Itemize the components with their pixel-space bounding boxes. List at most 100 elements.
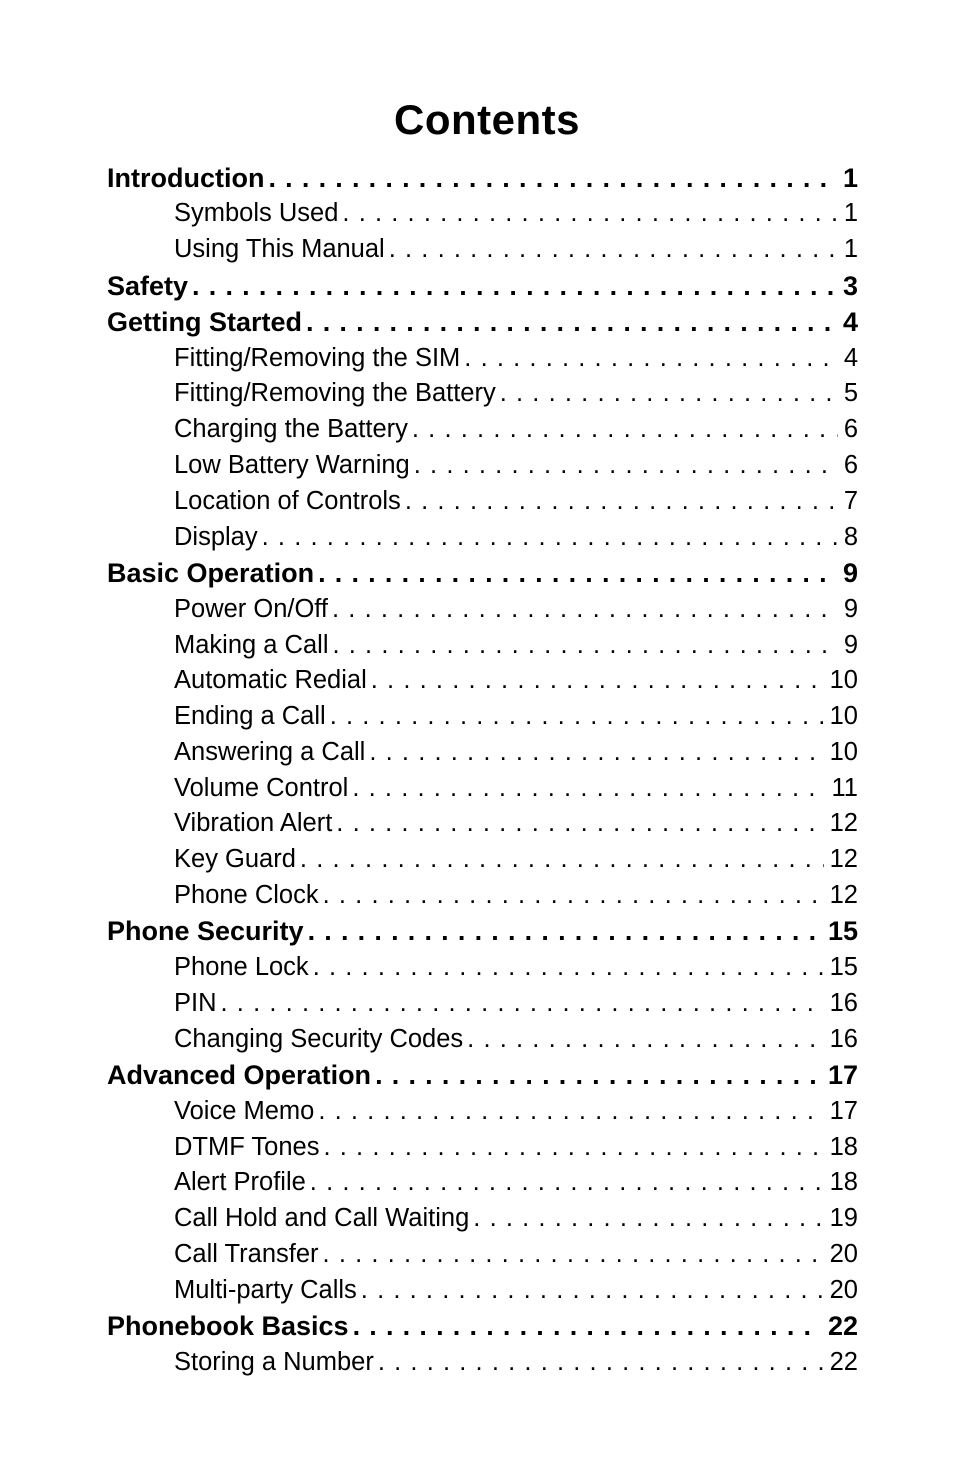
toc-entry-page-number: 11 <box>825 775 858 802</box>
toc-entry-label: Making a Call <box>174 632 333 658</box>
toc-subsection-entry[interactable]: Call Hold and Call Waiting..............… <box>107 1201 858 1237</box>
toc-entry-label: Basic Operation <box>107 559 319 587</box>
toc-subsection-entry[interactable]: Fitting/Removing the SIM................… <box>107 340 858 376</box>
toc-entry-page-number: 1 <box>836 164 858 192</box>
toc-entry-page-number: 22 <box>823 1349 858 1376</box>
toc-entry-page-number: 9 <box>836 559 858 587</box>
toc-section-entry[interactable]: Safety..................................… <box>107 268 858 304</box>
toc-subsection-entry[interactable]: Display.................................… <box>107 519 858 555</box>
toc-entry-label: Introduction <box>107 164 269 192</box>
toc-subsection-entry[interactable]: Symbols Used............................… <box>107 196 858 232</box>
dot-leader: ........................................… <box>342 201 837 227</box>
toc-entry-page-number: 10 <box>823 704 858 730</box>
toc-entry-label: Answering a Call <box>174 739 370 766</box>
toc-entry-label: Location of Controls <box>174 488 405 515</box>
toc-entry-page-number: 1 <box>837 237 858 263</box>
dot-leader: ........................................… <box>261 524 838 551</box>
toc-section-entry[interactable]: Introduction............................… <box>107 160 858 196</box>
toc-subsection-entry[interactable]: Changing Security Codes.................… <box>107 1022 858 1058</box>
toc-entry-page-number: 16 <box>823 990 858 1017</box>
toc-entry-page-number: 22 <box>821 1313 858 1341</box>
toc-subsection-entry[interactable]: DTMF Tones..............................… <box>107 1130 858 1166</box>
toc-entry-page-number: 17 <box>823 1098 858 1125</box>
toc-entry-label: Power On/Off <box>174 596 333 623</box>
toc-entry-label: Fitting/Removing the SIM <box>174 345 465 372</box>
toc-entry-label: Voice Memo <box>174 1098 319 1125</box>
toc-entry-label: Getting Started <box>107 308 307 336</box>
toc-subsection-entry[interactable]: Low Battery Warning.....................… <box>107 448 858 484</box>
dot-leader: ........................................… <box>318 1098 824 1125</box>
toc-section-entry[interactable]: Phonebook Basics........................… <box>107 1309 858 1345</box>
toc-entry-label: Volume Control <box>174 775 353 802</box>
toc-entry-page-number: 15 <box>823 955 858 981</box>
toc-entry-page-number: 4 <box>836 308 858 336</box>
dot-leader: ........................................… <box>369 739 824 766</box>
toc-subsection-entry[interactable]: Location of Controls....................… <box>107 484 858 520</box>
dot-leader: ........................................… <box>404 488 838 515</box>
toc-subsection-entry[interactable]: Phone Clock.............................… <box>107 878 858 914</box>
toc-entry-page-number: 6 <box>837 453 858 479</box>
toc-section-entry[interactable]: Phone Security..........................… <box>107 914 858 950</box>
toc-subsection-entry[interactable]: Key Guard...............................… <box>107 842 858 878</box>
toc-subsection-entry[interactable]: Voice Memo..............................… <box>107 1094 858 1130</box>
toc-entry-page-number: 3 <box>836 272 858 300</box>
toc-entry-label: Changing Security Codes <box>174 1026 468 1053</box>
toc-subsection-entry[interactable]: Multi-party Calls.......................… <box>107 1273 858 1309</box>
dot-leader: ........................................… <box>413 453 838 479</box>
toc-entry-label: Symbols Used <box>174 201 343 227</box>
toc-entry-label: Advanced Operation <box>107 1062 376 1090</box>
toc-entry-page-number: 17 <box>821 1062 858 1090</box>
toc-entry-label: Charging the Battery <box>174 417 412 443</box>
toc-entry-page-number: 20 <box>823 1277 858 1304</box>
toc-subsection-entry[interactable]: Storing a Number........................… <box>107 1345 858 1381</box>
dot-leader: ........................................… <box>307 918 822 946</box>
toc-entry-page-number: 12 <box>823 811 858 837</box>
toc-entry-page-number: 6 <box>837 417 858 443</box>
dot-leader: ........................................… <box>336 811 824 837</box>
toc-subsection-entry[interactable]: Automatic Redial........................… <box>107 663 858 699</box>
dot-leader: ........................................… <box>322 883 824 909</box>
toc-entry-label: Key Guard <box>174 847 300 873</box>
dot-leader: ........................................… <box>309 1170 824 1196</box>
toc-subsection-entry[interactable]: Fitting/Removing the Battery............… <box>107 376 858 412</box>
toc-entry-label: Multi-party Calls <box>174 1277 361 1304</box>
dot-leader: ........................................… <box>192 272 837 300</box>
toc-subsection-entry[interactable]: Making a Call...........................… <box>107 627 858 663</box>
dot-leader: ........................................… <box>352 1313 822 1341</box>
toc-entry-label: Phone Security <box>107 918 308 946</box>
toc-entry-page-number: 10 <box>823 668 858 694</box>
toc-subsection-entry[interactable]: Phone Lock..............................… <box>107 950 858 986</box>
toc-section-entry[interactable]: Advanced Operation......................… <box>107 1057 858 1093</box>
toc-subsection-entry[interactable]: Power On/Off............................… <box>107 592 858 628</box>
toc-entry-page-number: 12 <box>823 883 858 909</box>
toc-subsection-entry[interactable]: Vibration Alert.........................… <box>107 806 858 842</box>
toc-entry-page-number: 16 <box>823 1026 858 1053</box>
toc-subsection-entry[interactable]: Charging the Battery....................… <box>107 412 858 448</box>
toc-entry-label: Using This Manual <box>174 237 389 263</box>
toc-section-entry[interactable]: Basic Operation.........................… <box>107 555 858 591</box>
dot-leader: ........................................… <box>499 381 838 407</box>
dot-leader: ........................................… <box>332 632 838 658</box>
toc-entry-label: Low Battery Warning <box>174 453 414 479</box>
toc-entry-label: Phonebook Basics <box>107 1313 353 1341</box>
toc-subsection-entry[interactable]: Call Transfer...........................… <box>107 1237 858 1273</box>
toc-section-entry[interactable]: Getting Started.........................… <box>107 304 858 340</box>
toc-entry-label: Fitting/Removing the Battery <box>174 381 500 407</box>
toc-entry-page-number: 7 <box>837 488 858 515</box>
toc-subsection-entry[interactable]: Alert Profile...........................… <box>107 1165 858 1201</box>
toc-entry-label: Phone Clock <box>174 883 323 909</box>
dot-leader: ........................................… <box>322 1242 824 1268</box>
toc-subsection-entry[interactable]: Using This Manual.......................… <box>107 232 858 268</box>
toc-subsection-entry[interactable]: PIN.....................................… <box>107 986 858 1022</box>
toc-subsection-entry[interactable]: Ending a Call...........................… <box>107 699 858 735</box>
table-of-contents: Introduction............................… <box>107 160 858 1381</box>
toc-subsection-entry[interactable]: Answering a Call........................… <box>107 735 858 771</box>
dot-leader: ........................................… <box>268 164 837 192</box>
toc-entry-label: Storing a Number <box>174 1349 378 1376</box>
toc-entry-label: Call Transfer <box>174 1242 323 1268</box>
toc-subsection-entry[interactable]: Volume Control..........................… <box>107 771 858 807</box>
dot-leader: ........................................… <box>388 237 838 263</box>
toc-entry-label: PIN <box>174 990 221 1017</box>
dot-leader: ........................................… <box>370 668 824 694</box>
dot-leader: ........................................… <box>360 1277 824 1304</box>
